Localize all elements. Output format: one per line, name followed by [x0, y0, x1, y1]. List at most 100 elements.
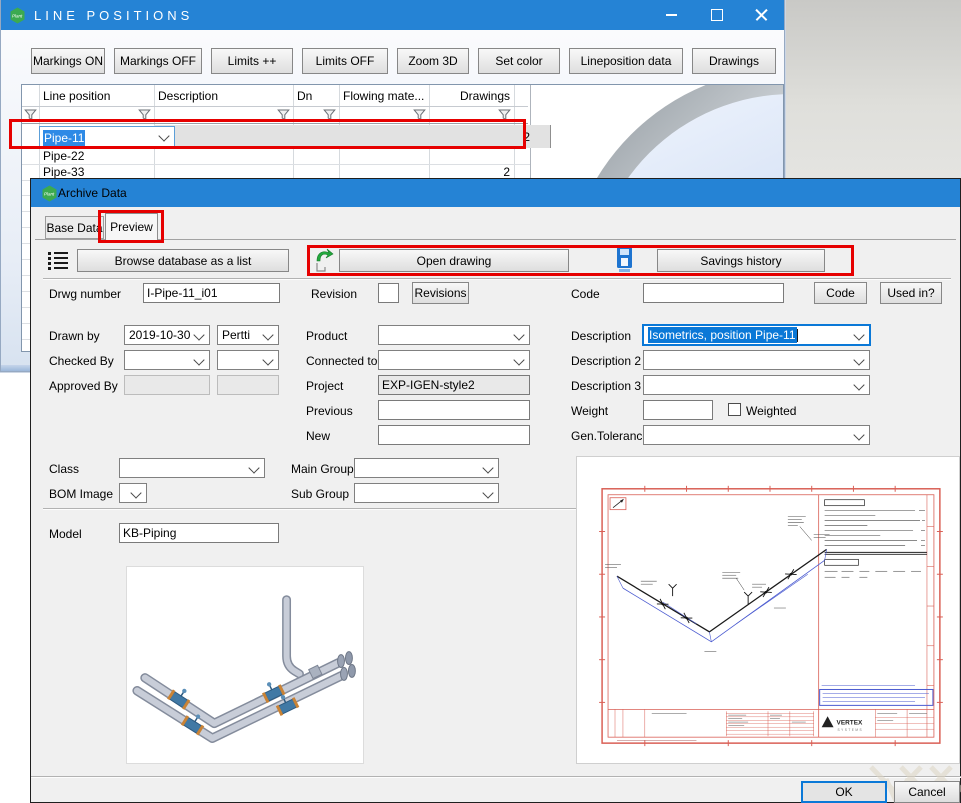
- open-drawing-arrow-icon[interactable]: [314, 247, 334, 273]
- connected-to-combo[interactable]: [378, 350, 530, 370]
- table-row[interactable]: Pipe-22: [22, 148, 530, 165]
- description-combo[interactable]: Isometrics, position Pipe-11: [643, 325, 870, 345]
- previous-label: Previous: [306, 404, 353, 418]
- drawn-by-label: Drawn by: [49, 329, 100, 343]
- maximize-icon[interactable]: [694, 0, 739, 30]
- column-header-description[interactable]: Description: [158, 85, 218, 106]
- drawings-button[interactable]: Drawings: [692, 48, 776, 74]
- markings-on-button[interactable]: Markings ON: [31, 48, 105, 74]
- description2-combo[interactable]: [643, 350, 870, 370]
- chevron-down-icon[interactable]: [482, 462, 493, 473]
- drwg-number-field[interactable]: [143, 283, 280, 303]
- chevron-down-icon[interactable]: [158, 130, 169, 141]
- previous-field[interactable]: [378, 400, 530, 420]
- filter-funnel-icon[interactable]: [498, 109, 511, 121]
- list-view-icon[interactable]: [47, 250, 69, 270]
- sub-group-combo[interactable]: [354, 483, 499, 503]
- filter-funnel-icon[interactable]: [323, 109, 336, 121]
- drawn-name-combo[interactable]: Pertti: [217, 325, 279, 345]
- plant-logo-icon: Plant: [41, 185, 58, 202]
- zoom-3d-button[interactable]: Zoom 3D: [397, 48, 469, 74]
- open-drawing-button[interactable]: Open drawing: [339, 249, 569, 272]
- approved-date-field: [124, 375, 210, 395]
- chevron-down-icon[interactable]: [248, 462, 259, 473]
- used-in-button[interactable]: Used in?: [880, 282, 942, 304]
- line-position-combo[interactable]: Pipe-11: [39, 126, 175, 149]
- table-row[interactable]: 2 Pipe-11: [22, 125, 530, 148]
- database-disk-icon[interactable]: [616, 246, 633, 273]
- lineposition-data-button[interactable]: Lineposition data: [569, 48, 683, 74]
- model-field[interactable]: [119, 523, 279, 543]
- checked-name-combo[interactable]: [217, 350, 279, 370]
- column-header-dn[interactable]: Dn: [297, 85, 312, 106]
- limits-off-button[interactable]: Limits OFF: [302, 48, 388, 74]
- minimize-icon[interactable]: [649, 0, 694, 30]
- chevron-down-icon[interactable]: [853, 429, 864, 440]
- weighted-checkbox[interactable]: [728, 403, 741, 416]
- revisions-button[interactable]: Revisions: [412, 282, 469, 304]
- line-positions-titlebar[interactable]: Plant LINE POSITIONS: [1, 0, 784, 30]
- bom-image-label: BOM Image: [49, 487, 113, 501]
- weighted-label: Weighted: [746, 404, 796, 418]
- weight-field[interactable]: [643, 400, 713, 420]
- savings-history-button[interactable]: Savings history: [657, 249, 825, 272]
- description3-combo[interactable]: [643, 375, 870, 395]
- model-label: Model: [49, 527, 82, 541]
- chevron-down-icon[interactable]: [853, 379, 864, 390]
- bom-image-combo[interactable]: [119, 483, 147, 503]
- chevron-down-icon[interactable]: [513, 329, 524, 340]
- chevron-down-icon[interactable]: [130, 487, 141, 498]
- limits-plus-button[interactable]: Limits ++: [211, 48, 293, 74]
- drawings-cell: 2: [503, 165, 510, 179]
- revision-field[interactable]: [378, 283, 399, 303]
- filter-funnel-icon[interactable]: [24, 109, 37, 121]
- code-field[interactable]: [643, 283, 784, 303]
- tab-base-data[interactable]: Base Data: [45, 216, 104, 239]
- chevron-down-icon[interactable]: [853, 354, 864, 365]
- chevron-down-icon[interactable]: [193, 354, 204, 365]
- new-label: New: [306, 429, 330, 443]
- checked-date-combo[interactable]: [124, 350, 210, 370]
- chevron-down-icon[interactable]: [262, 329, 273, 340]
- markings-off-button[interactable]: Markings OFF: [114, 48, 202, 74]
- filter-funnel-icon[interactable]: [138, 109, 151, 121]
- column-header-line-position[interactable]: Line position: [43, 85, 110, 106]
- line-positions-toolbar: Markings ON Markings OFF Limits ++ Limit…: [31, 48, 776, 74]
- ok-button[interactable]: OK: [801, 781, 887, 803]
- gen-tolerance-label: Gen.Tolerance: [571, 429, 649, 443]
- pipe-3d-preview: [126, 566, 364, 764]
- approved-name-field: [217, 375, 279, 395]
- drawing-logo-text: VERTEX: [837, 719, 863, 726]
- close-icon[interactable]: [739, 0, 784, 30]
- new-field[interactable]: [378, 425, 530, 445]
- column-header-flowing-material[interactable]: Flowing mate...: [343, 85, 424, 106]
- chevron-down-icon[interactable]: [513, 354, 524, 365]
- chevron-down-icon[interactable]: [853, 329, 864, 340]
- sub-group-label: Sub Group: [291, 487, 349, 501]
- cancel-button[interactable]: Cancel: [894, 781, 960, 803]
- code-label: Code: [571, 287, 600, 301]
- gen-tolerance-combo[interactable]: [643, 425, 870, 445]
- svg-text:Plant: Plant: [12, 13, 23, 18]
- description3-label: Description 3: [571, 379, 641, 393]
- chevron-down-icon[interactable]: [193, 329, 204, 340]
- drawn-date-combo[interactable]: 2019-10-30: [124, 325, 210, 345]
- filter-funnel-icon[interactable]: [277, 109, 290, 121]
- main-group-combo[interactable]: [354, 458, 499, 478]
- set-color-button[interactable]: Set color: [478, 48, 560, 74]
- main-group-label: Main Group: [291, 462, 354, 476]
- code-button[interactable]: Code: [814, 282, 867, 304]
- filter-funnel-icon[interactable]: [413, 109, 426, 121]
- browse-database-button[interactable]: Browse database as a list: [77, 249, 289, 272]
- tab-strip-line: [35, 239, 956, 240]
- chevron-down-icon[interactable]: [262, 354, 273, 365]
- product-combo[interactable]: [378, 325, 530, 345]
- tab-preview[interactable]: Preview: [105, 213, 158, 240]
- archive-data-titlebar[interactable]: Plant Archive Data: [31, 179, 960, 207]
- chevron-down-icon[interactable]: [482, 487, 493, 498]
- column-header-drawings[interactable]: Drawings: [429, 85, 510, 106]
- class-label: Class: [49, 462, 79, 476]
- drawn-name-value: Pertti: [222, 328, 250, 342]
- combo-selected-text: Isometrics, position Pipe-11: [648, 327, 797, 343]
- class-combo[interactable]: [119, 458, 265, 478]
